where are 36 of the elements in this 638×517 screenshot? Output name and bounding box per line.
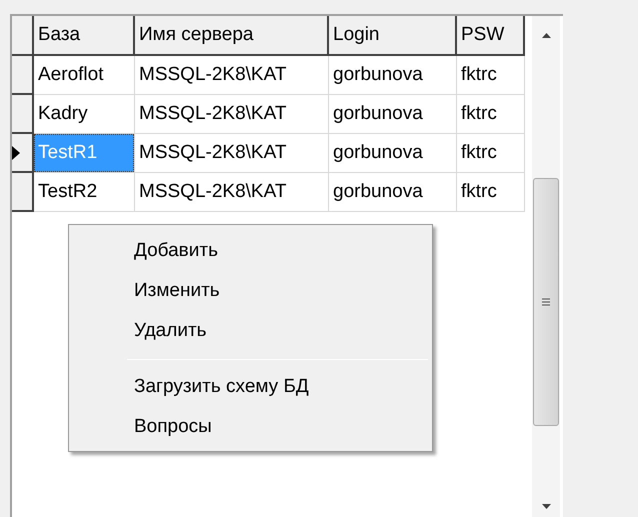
scroll-down-icon[interactable] <box>542 504 550 509</box>
row-header <box>12 16 34 56</box>
column-header[interactable]: База <box>34 16 135 56</box>
table-cell-text: MSSQL-2K8\KAT <box>138 180 288 204</box>
menu-item[interactable]: Добавить <box>71 231 428 271</box>
table-cell-text: fktrc <box>460 180 498 204</box>
table-cell-text: TestR2 <box>37 180 98 204</box>
scrollbar[interactable] <box>532 16 560 517</box>
table-cell-text: MSSQL-2K8\KAT <box>138 102 288 126</box>
table-cell: TestR1 <box>34 134 134 172</box>
table-cell-text: Kadry <box>37 102 89 126</box>
row-header[interactable] <box>12 134 34 173</box>
table-cell-text: gorbunova <box>332 180 424 204</box>
table-cell-text: fktrc <box>460 102 498 126</box>
table-cell-text: gorbunova <box>332 102 424 126</box>
table-cell-text: MSSQL-2K8\KAT <box>138 62 288 87</box>
row-header[interactable] <box>12 56 34 95</box>
table-cell-text: fktrc <box>460 62 498 87</box>
menu-item[interactable]: Вопросы <box>71 407 428 447</box>
column-header[interactable]: Login <box>329 16 457 56</box>
menu-item[interactable]: Загрузить схему БД <box>71 367 428 407</box>
table-cell-text: gorbunova <box>332 62 424 87</box>
scroll-up-icon[interactable] <box>542 33 550 38</box>
table-cell-text: gorbunova <box>332 140 424 165</box>
menu-item[interactable]: Удалить <box>71 311 428 351</box>
menu-item[interactable]: Изменить <box>71 271 428 311</box>
row-header[interactable] <box>12 95 34 134</box>
table-cell-text: Aeroflot <box>37 62 104 87</box>
table-cell-text: MSSQL-2K8\KAT <box>138 140 288 165</box>
table-cell-text: fktrc <box>460 140 498 165</box>
row-header[interactable] <box>12 173 34 212</box>
current-row-icon <box>12 146 20 160</box>
column-header[interactable]: Имя сервера <box>135 16 329 56</box>
scroll-thumb[interactable] <box>533 178 559 426</box>
column-header[interactable]: PSW <box>457 16 525 56</box>
grip-icon <box>542 298 550 306</box>
